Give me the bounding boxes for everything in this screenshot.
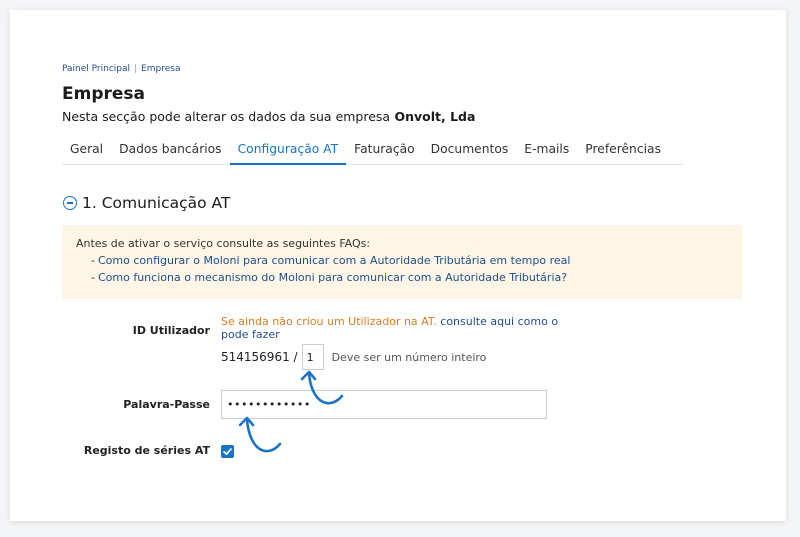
section-header[interactable]: 1. Comunicação AT [63, 194, 230, 212]
tab-documentos[interactable]: Documentos [423, 138, 517, 165]
faq-notice: Antes de ativar o serviço consulte as se… [62, 225, 742, 299]
faq-link-configure[interactable]: - Como configurar o Moloni para comunicar… [91, 254, 570, 267]
curved-arrow-icon [238, 416, 282, 453]
tab-dados-bancarios[interactable]: Dados bancários [111, 138, 229, 165]
faq-dash: - [91, 254, 95, 267]
tab-emails[interactable]: E-mails [516, 138, 577, 165]
faq-link-configure-text[interactable]: Como configurar o Moloni para comunicar … [98, 254, 570, 267]
page-subtitle: Nesta secção pode alterar os dados da su… [62, 109, 475, 124]
user-id-hint: Deve ser um número inteiro [331, 350, 487, 364]
faq-intro: Antes de ativar o serviço consulte as se… [76, 237, 371, 250]
tab-faturacao[interactable]: Faturação [346, 138, 423, 165]
tab-geral[interactable]: Geral [62, 138, 111, 165]
breadcrumb: Painel Principal | Empresa [62, 64, 180, 74]
page-title: Empresa [62, 84, 145, 104]
user-id-row: 514156961 / Deve ser um número inteiro [221, 343, 486, 371]
series-registration-checkbox[interactable] [221, 445, 234, 458]
faq-dash: - [91, 271, 95, 284]
curved-arrow-icon [300, 370, 344, 405]
user-id-label: ID Utilizador [132, 324, 210, 337]
tab-configuracao-at[interactable]: Configuração AT [229, 138, 347, 165]
warning-text: Se ainda não criou um Utilizador na AT. [221, 315, 437, 328]
minus-circle-icon[interactable] [63, 196, 77, 210]
faq-link-mechanism[interactable]: - Como funciona o mecanismo do Moloni par… [91, 271, 567, 284]
password-label: Palavra-Passe [123, 398, 210, 411]
breadcrumb-separator: | [134, 64, 138, 74]
checkmark-icon [223, 448, 232, 456]
tab-bar: Geral Dados bancários Configuração AT Fa… [62, 138, 684, 165]
company-name: Onvolt, Lda [394, 109, 476, 124]
faq-link-mechanism-text[interactable]: Como funciona o mecanismo do Moloni para… [98, 271, 567, 284]
series-registration-label: Registo de séries AT [83, 444, 210, 457]
breadcrumb-current-link[interactable]: Empresa [141, 64, 180, 74]
breadcrumb-home-link[interactable]: Painel Principal [62, 64, 130, 74]
section-title: 1. Comunicação AT [82, 194, 231, 212]
tab-preferencias[interactable]: Preferências [577, 138, 669, 165]
nif-prefix: 514156961 / [221, 350, 298, 364]
subtitle-text: Nesta secção pode alterar os dados da su… [62, 109, 391, 124]
user-id-warning: Se ainda não criou um Utilizador na AT. … [221, 315, 561, 341]
